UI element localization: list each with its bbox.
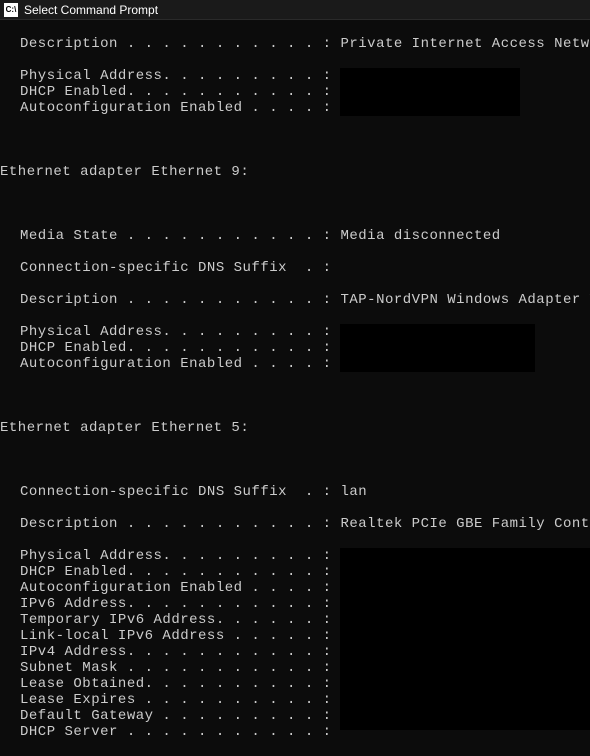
dhcp-label: DHCP Enabled. . . . . . . . . . . :: [20, 84, 332, 100]
link-local-label: Link-local IPv6 Address . . . . . :: [20, 628, 332, 644]
desc-value: Realtek PCIe GBE Family Controller: [332, 516, 590, 532]
redacted-block: [340, 324, 535, 372]
desc-label: Description . . . . . . . . . . . :: [20, 292, 332, 308]
adapter-header: Ethernet adapter Ethernet 9:: [0, 164, 590, 180]
title-bar[interactable]: C:\ Select Command Prompt: [0, 0, 590, 20]
adapter-header: Ethernet adapter Ethernet 5:: [0, 420, 590, 436]
subnet-label: Subnet Mask . . . . . . . . . . . :: [20, 660, 332, 676]
physaddr-label: Physical Address. . . . . . . . . :: [20, 548, 332, 564]
desc-label: Description . . . . . . . . . . . :: [20, 516, 332, 532]
redacted-block: [340, 68, 520, 116]
media-state-value: Media disconnected: [332, 228, 501, 244]
terminal-output[interactable]: Description . . . . . . . . . . . : Priv…: [0, 20, 590, 756]
dns-suffix-label: Connection-specific DNS Suffix . :: [20, 484, 332, 500]
dhcp-label: DHCP Enabled. . . . . . . . . . . :: [20, 564, 332, 580]
cmd-icon: C:\: [4, 3, 18, 17]
redacted-block: [340, 548, 590, 730]
desc-label: Description . . . . . . . . . . . :: [20, 36, 332, 52]
dhcp-label: DHCP Enabled. . . . . . . . . . . :: [20, 340, 332, 356]
dns-suffix-label: Connection-specific DNS Suffix . :: [0, 260, 590, 276]
lease-expires-label: Lease Expires . . . . . . . . . . :: [20, 692, 332, 708]
desc-value: TAP-NordVPN Windows Adapter V9: [332, 292, 590, 308]
physaddr-label: Physical Address. . . . . . . . . :: [20, 68, 332, 84]
temp-ipv6-label: Temporary IPv6 Address. . . . . . :: [20, 612, 332, 628]
gateway-label: Default Gateway . . . . . . . . . :: [20, 708, 332, 724]
autoconf-label: Autoconfiguration Enabled . . . . :: [20, 100, 332, 116]
window-title: Select Command Prompt: [24, 3, 158, 17]
dns-suffix-value: lan: [332, 484, 368, 500]
autoconf-label: Autoconfiguration Enabled . . . . :: [20, 580, 332, 596]
autoconf-label: Autoconfiguration Enabled . . . . :: [20, 356, 332, 372]
media-state-label: Media State . . . . . . . . . . . :: [20, 228, 332, 244]
lease-obtained-label: Lease Obtained. . . . . . . . . . :: [20, 676, 332, 692]
ipv6-label: IPv6 Address. . . . . . . . . . . :: [20, 596, 332, 612]
ipv4-label: IPv4 Address. . . . . . . . . . . :: [20, 644, 332, 660]
desc-value: Private Internet Access Network Ada: [332, 36, 590, 52]
dhcp-server-label: DHCP Server . . . . . . . . . . . :: [20, 724, 332, 740]
physaddr-label: Physical Address. . . . . . . . . :: [20, 324, 332, 340]
